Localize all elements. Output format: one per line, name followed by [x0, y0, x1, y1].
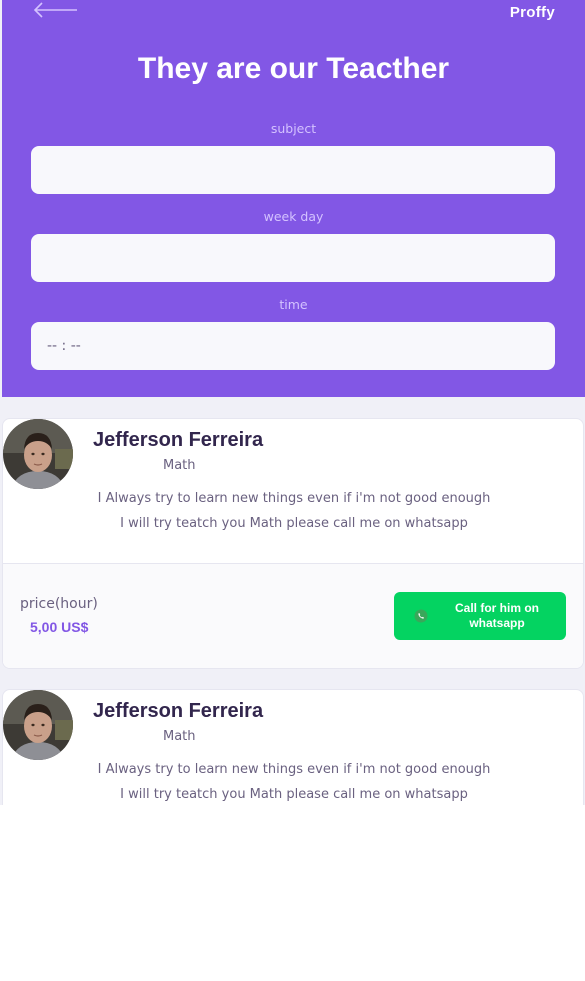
- teacher-bio-line: I will try teatch you Math please call m…: [120, 787, 468, 802]
- teacher-card: Jefferson Ferreira Math I Always try to …: [2, 418, 584, 669]
- teacher-bio-line: I Always try to learn new things even if…: [97, 762, 491, 777]
- whatsapp-button-label: Call for him on whatsapp: [442, 601, 552, 631]
- app-viewport: Proffy They are our Teacther subject wee…: [0, 0, 585, 805]
- whatsapp-button-label-line2: whatsapp: [469, 616, 525, 630]
- teacher-card: Jefferson Ferreira Math I Always try to …: [2, 689, 584, 805]
- subject-input[interactable]: [31, 146, 555, 194]
- price-label: price(hour): [20, 596, 98, 612]
- weekday-input[interactable]: [31, 234, 555, 282]
- card-footer: price(hour) 5,00 US$ Call for him on wha…: [3, 563, 583, 668]
- avatar: [3, 419, 73, 489]
- teacher-bio-line: I Always try to learn new things even if…: [97, 491, 491, 506]
- subject-label: subject: [270, 121, 317, 136]
- teacher-name: Jefferson Ferreira: [93, 700, 264, 722]
- whatsapp-button-label-line1: Call for him on: [455, 601, 539, 615]
- whatsapp-icon: [414, 609, 428, 623]
- time-input[interactable]: [31, 322, 555, 370]
- teacher-subject: Math: [163, 458, 196, 473]
- teacher-bio-line: I will try teatch you Math please call m…: [120, 516, 468, 531]
- avatar: [3, 690, 73, 760]
- whatsapp-call-button[interactable]: Call for him on whatsapp: [394, 592, 566, 640]
- teacher-subject: Math: [163, 729, 196, 744]
- weekday-label: week day: [263, 209, 324, 224]
- page-title: They are our Teacther: [137, 52, 450, 85]
- time-label: time: [279, 297, 308, 312]
- brand-logo: Proffy: [509, 4, 555, 21]
- arrow-left-icon[interactable]: [31, 0, 79, 20]
- teacher-name: Jefferson Ferreira: [93, 429, 264, 451]
- price-value: 5,00 US$: [30, 619, 89, 635]
- page-header: Proffy They are our Teacther subject wee…: [2, 0, 585, 397]
